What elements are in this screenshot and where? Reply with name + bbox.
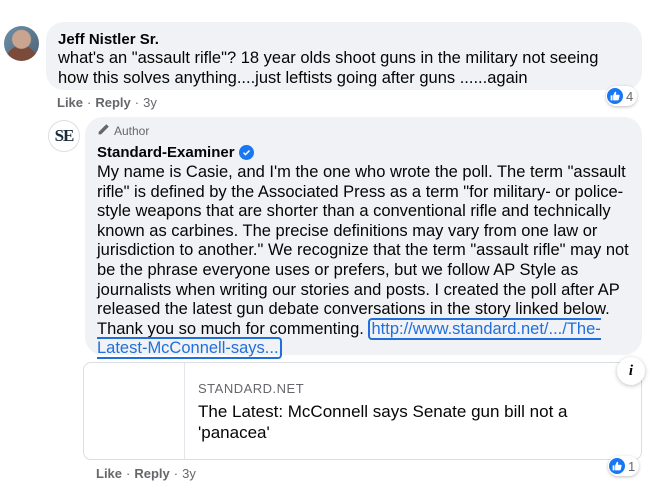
reply-button[interactable]: Reply (134, 466, 169, 481)
comment-author-name[interactable]: Jeff Nistler Sr. (58, 30, 630, 49)
reply-button[interactable]: Reply (95, 95, 130, 110)
reply-actions: Like · Reply · 3y (96, 466, 196, 481)
like-button[interactable]: Like (96, 466, 122, 481)
thumbs-up-icon (607, 88, 623, 104)
author-badge-label: Author (114, 124, 150, 138)
reply-body: My name is Casie, and I'm the one who wr… (97, 163, 629, 338)
verified-badge-icon (238, 145, 254, 160)
reply-author-name[interactable]: Standard-Examiner (97, 143, 235, 162)
reply-reactions[interactable]: 1 (608, 456, 640, 476)
reply-timestamp[interactable]: 3y (182, 466, 196, 481)
link-preview-title[interactable]: The Latest: McConnell says Senate gun bi… (198, 401, 618, 443)
reply-text: My name is Casie, and I'm the one who wr… (97, 163, 630, 360)
link-preview-card[interactable]: STANDARD.NET The Latest: McConnell says … (83, 362, 642, 460)
like-button[interactable]: Like (57, 95, 83, 110)
thumbs-up-icon (609, 458, 625, 474)
page-avatar[interactable]: SE (48, 120, 80, 152)
comment-actions: Like · Reply · 3y (57, 95, 157, 110)
link-preview-domain: STANDARD.NET (198, 381, 305, 396)
reaction-count: 4 (626, 88, 634, 104)
pencil-icon (97, 123, 110, 139)
reply-bubble: Author Standard-Examiner My name is Casi… (85, 117, 642, 360)
link-preview-thumbnail[interactable] (84, 363, 185, 459)
author-badge: Author (97, 123, 630, 139)
reaction-count: 1 (628, 458, 636, 474)
comment-text: what's an "assault rifle"? 18 year olds … (58, 49, 599, 87)
comment-timestamp[interactable]: 3y (143, 95, 157, 110)
comment-bubble: Jeff Nistler Sr. what's an "assault rifl… (46, 22, 642, 90)
commenter-avatar[interactable] (4, 26, 39, 61)
info-icon[interactable]: i (617, 357, 645, 385)
comment-reactions[interactable]: 4 (606, 86, 638, 106)
